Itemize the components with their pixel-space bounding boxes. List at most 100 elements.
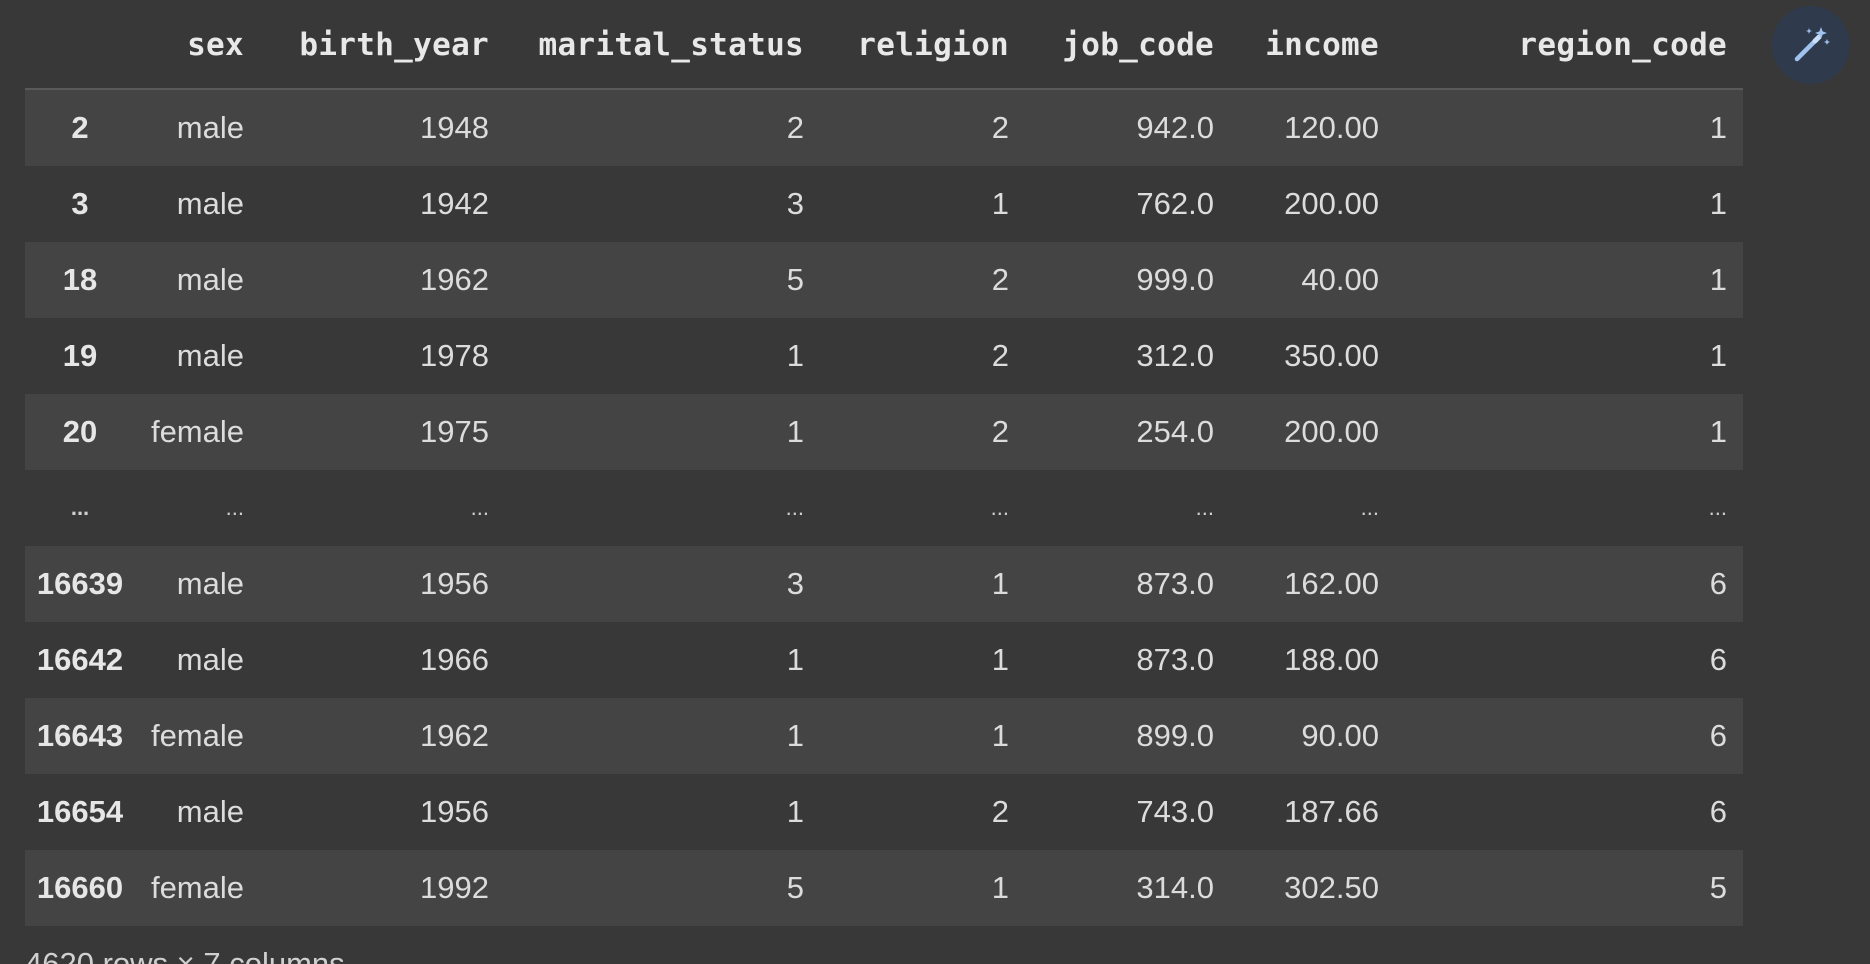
cell-marital-status: 5 [786,262,804,297]
column-header-region-code: region_code [1395,0,1743,90]
cell-job-code: 762.0 [1136,186,1214,221]
cell-sex: female [150,718,244,753]
cell-sex: male [176,642,244,677]
cell-marital-status: 2 [786,110,804,145]
cell-birth-year: 1975 [420,414,489,449]
cell-birth-year: 1962 [420,262,489,297]
cell-income: 350.00 [1284,338,1379,373]
cell-job-code: 873.0 [1136,642,1214,677]
magic-wand-button[interactable] [1772,6,1850,84]
row-index: 19 [62,338,98,373]
cell-sex: female [150,414,244,449]
dataframe-output: sex birth_year marital_status religion j… [0,0,1870,964]
cell-job-code: 254.0 [1136,414,1214,449]
cell-sex: male [176,338,244,373]
cell-income: 162.00 [1284,566,1379,601]
cell-region-code: 1 [1709,110,1727,145]
cell-region-code: 6 [1709,566,1727,601]
cell-birth-year: 1942 [420,186,489,221]
cell-marital-status: ... [785,495,804,520]
table-row: 16660 female 1992 5 1 314.0 302.50 5 [25,850,1743,926]
header-row: sex birth_year marital_status religion j… [25,0,1743,90]
cell-job-code: 312.0 [1136,338,1214,373]
cell-income: 90.00 [1301,718,1379,753]
cell-birth-year: 1948 [420,110,489,145]
cell-religion: 1 [991,870,1009,905]
row-index: 16660 [36,870,124,905]
column-header-religion: religion [820,0,1025,90]
row-index: 3 [71,186,89,221]
cell-religion: 2 [991,262,1009,297]
row-index: 2 [71,110,89,145]
cell-marital-status: 3 [786,566,804,601]
index-header [25,0,135,90]
cell-sex: male [176,262,244,297]
row-index: 20 [62,414,98,449]
dataframe-table: sex birth_year marital_status religion j… [25,0,1743,926]
table-row: 18 male 1962 5 2 999.0 40.00 1 [25,242,1743,318]
cell-religion: 2 [991,338,1009,373]
row-index: 16642 [36,642,124,677]
column-header-job-code: job_code [1025,0,1230,90]
row-index: 16643 [36,718,124,753]
cell-region-code: 6 [1709,718,1727,753]
table-row: 16639 male 1956 3 1 873.0 162.00 6 [25,546,1743,622]
row-index: ... [70,495,90,520]
row-index: 16639 [36,566,124,601]
cell-job-code: 314.0 [1136,870,1214,905]
cell-job-code: 873.0 [1136,566,1214,601]
table-row: 2 male 1948 2 2 942.0 120.00 1 [25,89,1743,166]
cell-religion: 2 [991,794,1009,829]
cell-income: 200.00 [1284,414,1379,449]
cell-region-code: 1 [1709,338,1727,373]
column-header-birth-year: birth_year [260,0,505,90]
cell-birth-year: 1966 [420,642,489,677]
cell-marital-status: 1 [786,794,804,829]
cell-job-code: ... [1195,495,1214,520]
table-shape-summary: 4620 rows × 7 columns [25,946,345,964]
cell-sex: male [176,110,244,145]
column-header-sex: sex [135,0,260,90]
cell-job-code: 942.0 [1136,110,1214,145]
table-row: 3 male 1942 3 1 762.0 200.00 1 [25,166,1743,242]
cell-sex: female [150,870,244,905]
ellipsis-row: ........................ [25,470,1743,546]
table-row: 16654 male 1956 1 2 743.0 187.66 6 [25,774,1743,850]
magic-wand-icon [1794,27,1830,62]
cell-birth-year: 1956 [420,566,489,601]
cell-birth-year: 1978 [420,338,489,373]
cell-income: ... [1360,495,1379,520]
table-row: 16643 female 1962 1 1 899.0 90.00 6 [25,698,1743,774]
table-row: 20 female 1975 1 2 254.0 200.00 1 [25,394,1743,470]
cell-region-code: 5 [1709,870,1727,905]
cell-birth-year: 1956 [420,794,489,829]
cell-region-code: 1 [1709,414,1727,449]
cell-income: 187.66 [1284,794,1379,829]
row-index: 16654 [36,794,124,829]
cell-marital-status: 1 [786,642,804,677]
table-row: 16642 male 1966 1 1 873.0 188.00 6 [25,622,1743,698]
cell-income: 200.00 [1284,186,1379,221]
table-body: 2 male 1948 2 2 942.0 120.00 1 3 male 1942 3 1 762.0 2… [25,89,1743,926]
cell-income: 188.00 [1284,642,1379,677]
cell-income: 40.00 [1301,262,1379,297]
cell-religion: 1 [991,566,1009,601]
column-header-income: income [1230,0,1395,90]
cell-sex: male [176,566,244,601]
cell-birth-year: 1992 [420,870,489,905]
cell-religion: 1 [991,718,1009,753]
table-row: 19 male 1978 1 2 312.0 350.00 1 [25,318,1743,394]
cell-birth-year: 1962 [420,718,489,753]
cell-marital-status: 1 [786,338,804,373]
cell-religion: 1 [991,642,1009,677]
cell-religion: 2 [991,414,1009,449]
cell-marital-status: 1 [786,414,804,449]
cell-job-code: 743.0 [1136,794,1214,829]
cell-income: 120.00 [1284,110,1379,145]
cell-marital-status: 3 [786,186,804,221]
cell-region-code: 1 [1709,186,1727,221]
cell-job-code: 999.0 [1136,262,1214,297]
cell-region-code: 6 [1709,642,1727,677]
row-index: 18 [62,262,98,297]
cell-sex: male [176,186,244,221]
